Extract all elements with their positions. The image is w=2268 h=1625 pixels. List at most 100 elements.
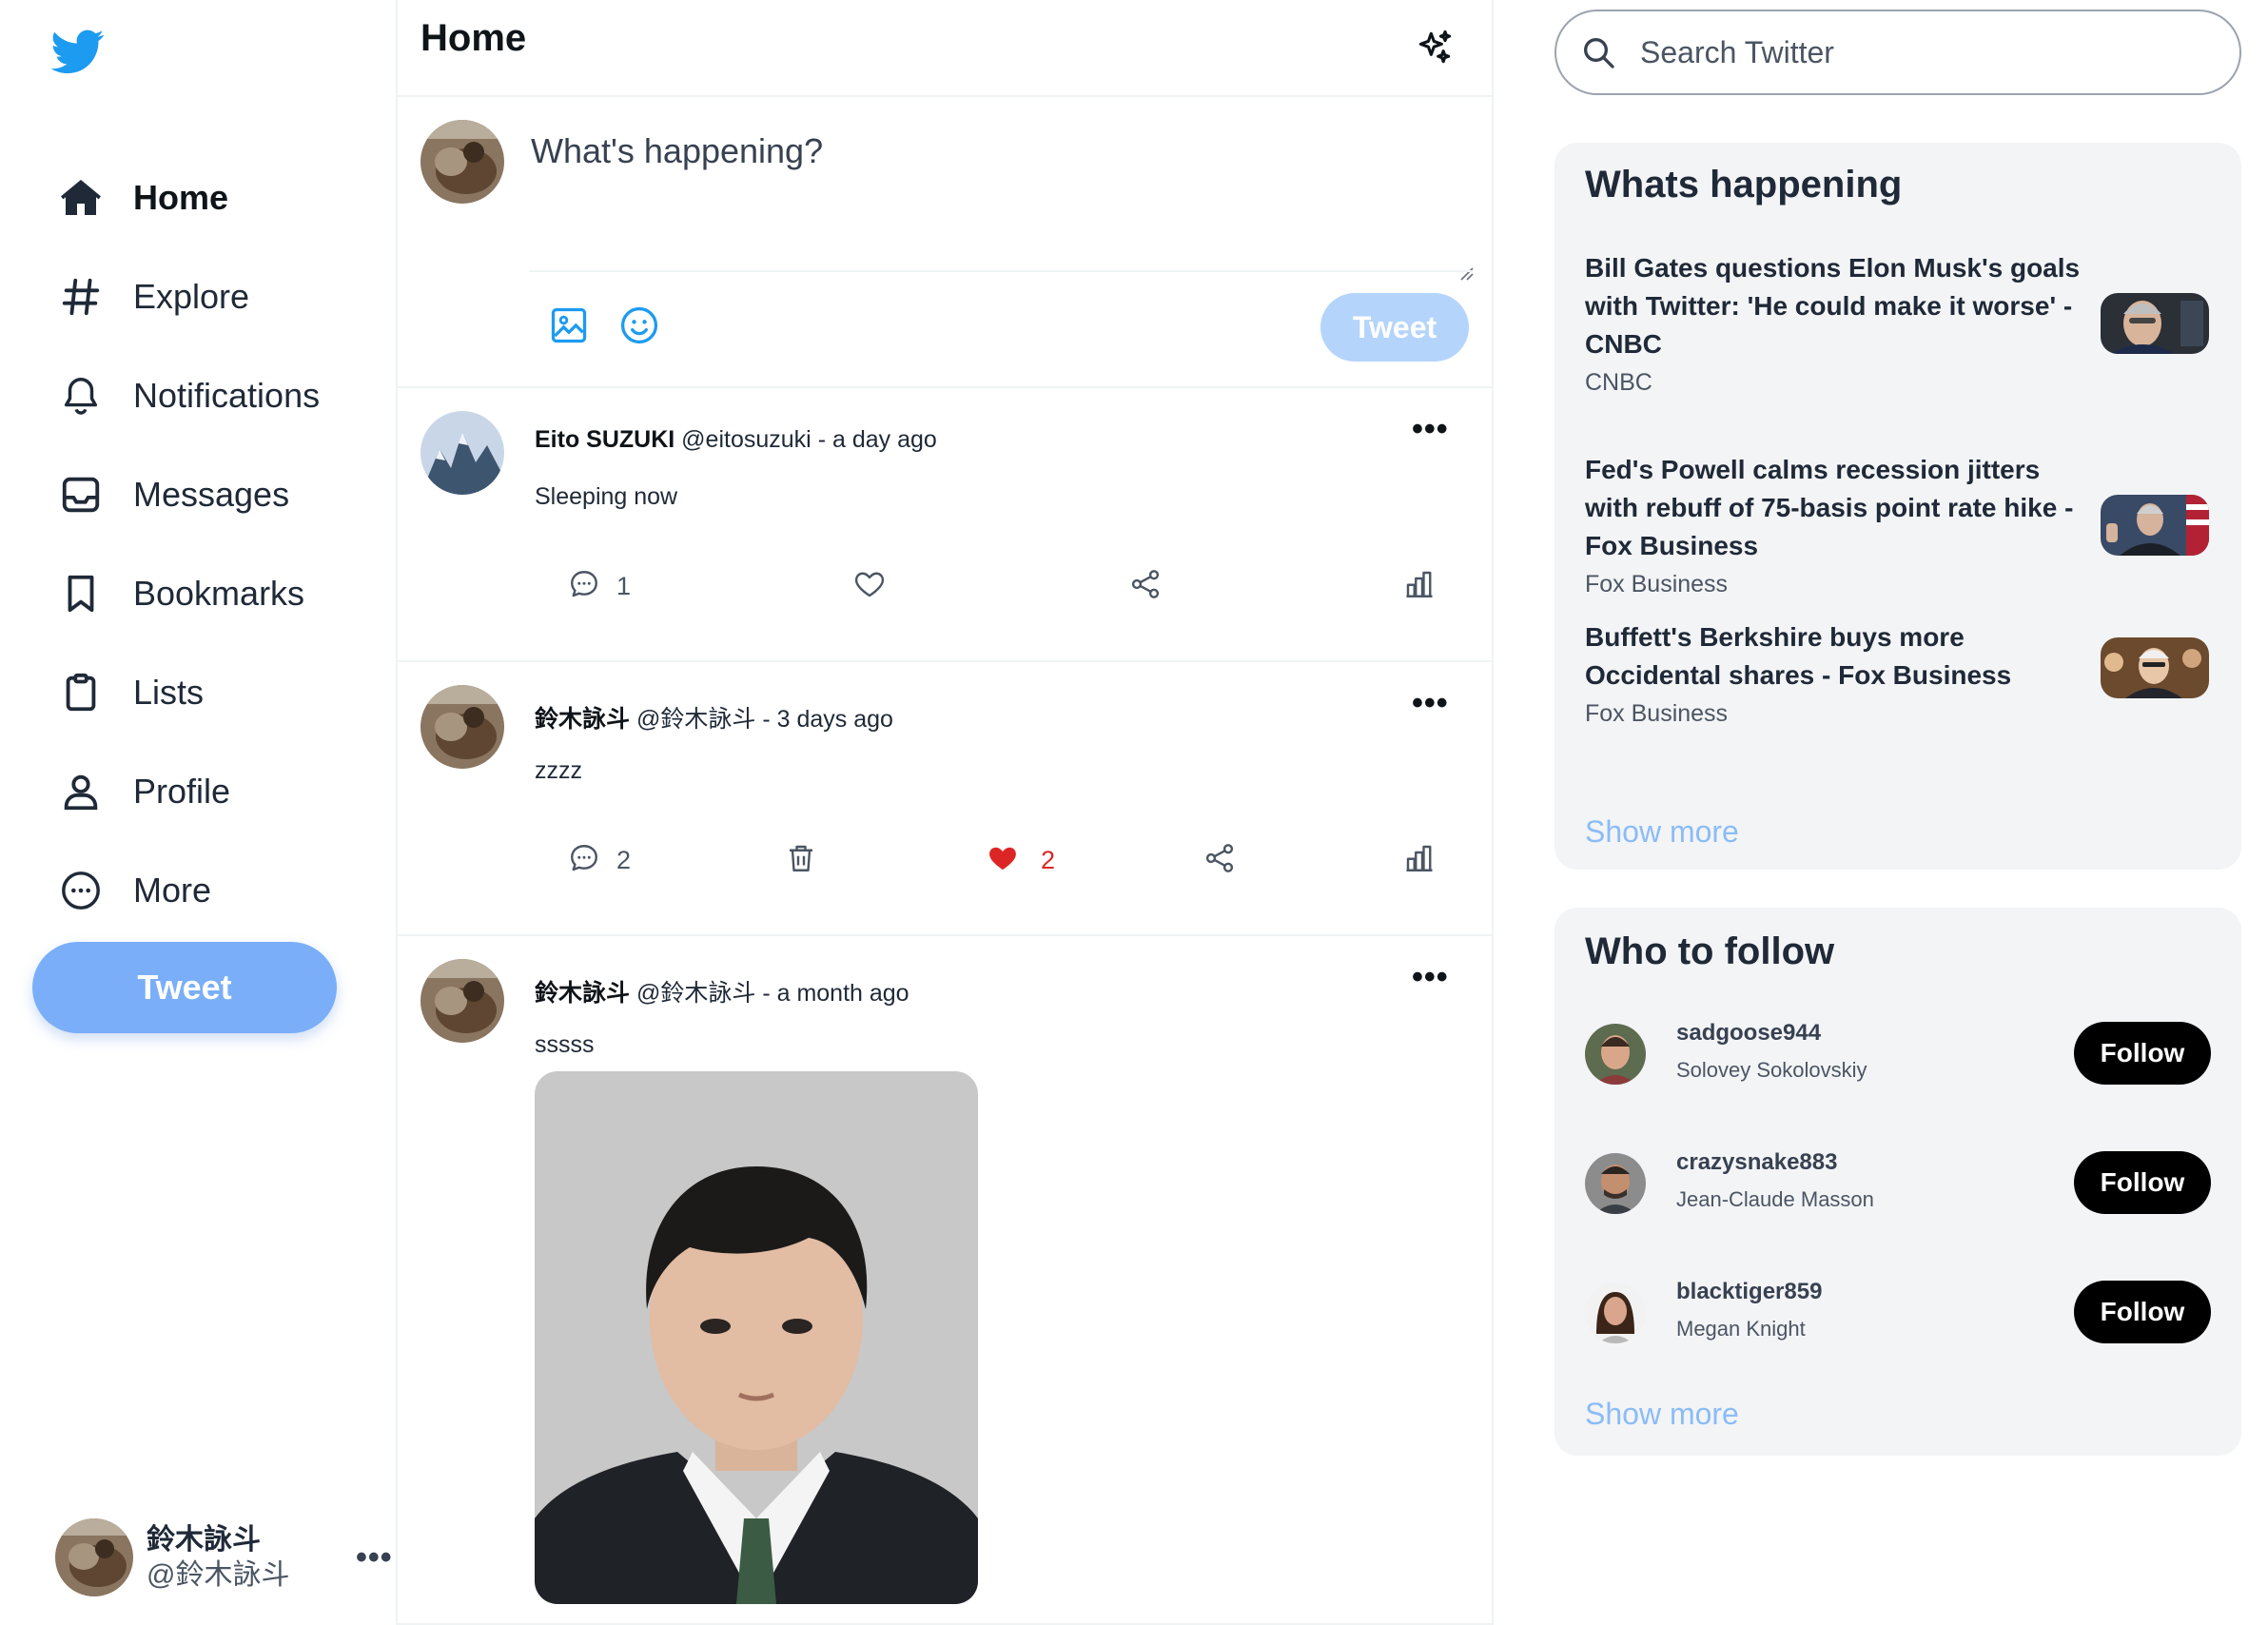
follow-suggestion[interactable]: sadgoose944 Solovey Sokolovskiy Follow xyxy=(1585,1020,2213,1096)
tweet-text: sssss xyxy=(535,1031,595,1058)
image-icon[interactable] xyxy=(548,304,590,346)
bar-chart-icon xyxy=(1402,567,1437,606)
clipboard-icon xyxy=(57,669,105,716)
reply-button[interactable]: 1 xyxy=(567,567,631,606)
account-handle: @鈴木詠斗 xyxy=(147,1559,290,1591)
tweet[interactable]: Eito SUZUKI @eitosuzuki - a day ago ••• … xyxy=(398,388,1492,662)
tweet-header: Eito SUZUKI @eitosuzuki - a day ago xyxy=(535,426,937,454)
more-options-icon[interactable]: ••• xyxy=(1412,411,1449,448)
separator: - xyxy=(762,706,777,733)
show-more-link[interactable]: Show more xyxy=(1585,814,1739,850)
tweet-header: 鈴木詠斗 @鈴木詠斗 - 3 days ago xyxy=(535,700,893,734)
follow-suggestion[interactable]: blacktiger859 Megan Knight Follow xyxy=(1585,1279,2213,1355)
timeline-header: Home xyxy=(398,0,1492,97)
share-icon xyxy=(1128,567,1163,606)
author-handle[interactable]: @鈴木詠斗 xyxy=(636,706,755,733)
follow-button[interactable]: Follow xyxy=(2074,1022,2211,1085)
author-handle[interactable]: @eitosuzuki xyxy=(681,426,811,453)
trend-item[interactable]: Bill Gates questions Elon Musk's goals w… xyxy=(1585,249,2213,397)
avatar[interactable] xyxy=(420,411,504,495)
nav-item-explore[interactable]: Explore xyxy=(57,247,320,346)
inbox-icon xyxy=(57,471,105,519)
trend-item[interactable]: Buffett's Berkshire buys more Occidental… xyxy=(1585,618,2213,728)
author-handle[interactable]: @鈴木詠斗 xyxy=(636,980,755,1007)
emoji-icon[interactable] xyxy=(618,304,660,346)
avatar[interactable] xyxy=(420,959,504,1043)
account-more-icon[interactable]: ••• xyxy=(356,1539,393,1576)
follow-suggestion[interactable]: crazysnake883 Jean-Claude Masson Follow xyxy=(1585,1149,2213,1225)
like-button[interactable]: 2 xyxy=(986,841,1055,880)
more-options-icon[interactable]: ••• xyxy=(1412,685,1449,722)
nav-label: Profile xyxy=(133,772,231,811)
ellipsis-circle-icon xyxy=(57,867,105,914)
share-button[interactable] xyxy=(1128,567,1163,606)
trend-item[interactable]: Fed's Powell calms recession jitters wit… xyxy=(1585,451,2213,598)
like-button[interactable] xyxy=(852,567,887,606)
follow-button[interactable]: Follow xyxy=(2074,1281,2211,1343)
nav-item-home[interactable]: Home xyxy=(57,148,320,247)
nav-label: Home xyxy=(133,178,229,217)
sparkle-icon[interactable] xyxy=(1414,27,1456,69)
share-button[interactable] xyxy=(1202,841,1237,880)
author-name[interactable]: 鈴木詠斗 xyxy=(535,706,630,733)
more-options-icon[interactable]: ••• xyxy=(1412,959,1449,996)
follow-button[interactable]: Follow xyxy=(2074,1151,2211,1214)
nav-label: Explore xyxy=(133,277,250,316)
heart-outline-icon xyxy=(852,567,887,606)
nav-item-lists[interactable]: Lists xyxy=(57,643,320,742)
nav-item-messages[interactable]: Messages xyxy=(57,445,320,544)
trend-thumbnail xyxy=(2101,293,2209,354)
account-name: 鈴木詠斗 xyxy=(147,1524,261,1556)
section-title: Who to follow xyxy=(1585,930,1835,972)
tweet-time: a month ago xyxy=(776,980,909,1007)
tweet-photo[interactable] xyxy=(535,1071,978,1604)
trend-source: Fox Business xyxy=(1585,700,1729,727)
right-sidebar: Whats happening Bill Gates questions Elo… xyxy=(1494,0,2268,1625)
author-name[interactable]: Eito SUZUKI xyxy=(535,426,675,453)
tweet[interactable]: 鈴木詠斗 @鈴木詠斗 - a month ago ••• sssss xyxy=(398,936,1492,1625)
twitter-logo-icon[interactable] xyxy=(50,25,105,78)
search-bar[interactable] xyxy=(1554,10,2241,95)
search-input[interactable] xyxy=(1640,34,2211,70)
who-to-follow-card: Who to follow sadgoose944 Solovey Sokolo… xyxy=(1554,908,2241,1456)
separator: - xyxy=(762,980,777,1007)
comment-icon xyxy=(567,841,601,880)
follow-username: sadgoose944 xyxy=(1676,1020,1822,1046)
tweet[interactable]: 鈴木詠斗 @鈴木詠斗 - 3 days ago ••• zzzz 2 2 xyxy=(398,662,1492,936)
nav-label: Messages xyxy=(133,475,290,514)
nav-label: Bookmarks xyxy=(133,574,305,613)
tweet-time: 3 days ago xyxy=(776,706,893,733)
trend-title: Bill Gates questions Elon Musk's goals w… xyxy=(1585,253,2081,359)
tweet-time: a day ago xyxy=(831,426,937,453)
hashtag-icon xyxy=(57,273,105,321)
nav-item-profile[interactable]: Profile xyxy=(57,742,320,841)
trend-source: Fox Business xyxy=(1585,571,1729,597)
reply-button[interactable]: 2 xyxy=(567,841,631,880)
compose-tweet-button[interactable]: Tweet xyxy=(1320,293,1469,362)
nav-item-notifications[interactable]: Notifications xyxy=(57,346,320,445)
separator: - xyxy=(817,426,832,453)
show-more-link[interactable]: Show more xyxy=(1585,1397,1739,1432)
follow-name: Solovey Sokolovskiy xyxy=(1676,1058,1867,1082)
home-icon xyxy=(57,174,105,222)
analytics-button[interactable] xyxy=(1402,567,1437,606)
trend-title: Buffett's Berkshire buys more Occidental… xyxy=(1585,622,2012,690)
bell-icon xyxy=(57,372,105,420)
nav-label: More xyxy=(133,871,212,910)
sidebar-tweet-button[interactable]: Tweet xyxy=(32,942,337,1033)
author-name[interactable]: 鈴木詠斗 xyxy=(535,980,630,1007)
nav-item-more[interactable]: More xyxy=(57,841,320,940)
trend-thumbnail xyxy=(2101,495,2209,556)
reply-count: 2 xyxy=(616,846,632,874)
nav-item-bookmarks[interactable]: Bookmarks xyxy=(57,544,320,643)
avatar[interactable] xyxy=(420,685,504,769)
delete-button[interactable] xyxy=(784,841,818,880)
avatar xyxy=(55,1518,133,1596)
trend-source: CNBC xyxy=(1585,369,1652,396)
trend-thumbnail xyxy=(2101,637,2209,698)
analytics-button[interactable] xyxy=(1402,841,1437,880)
search-icon xyxy=(1579,33,1617,71)
account-switcher[interactable]: 鈴木詠斗 @鈴木詠斗 ••• xyxy=(55,1518,398,1596)
like-count: 2 xyxy=(1041,846,1056,874)
share-icon xyxy=(1202,841,1237,880)
